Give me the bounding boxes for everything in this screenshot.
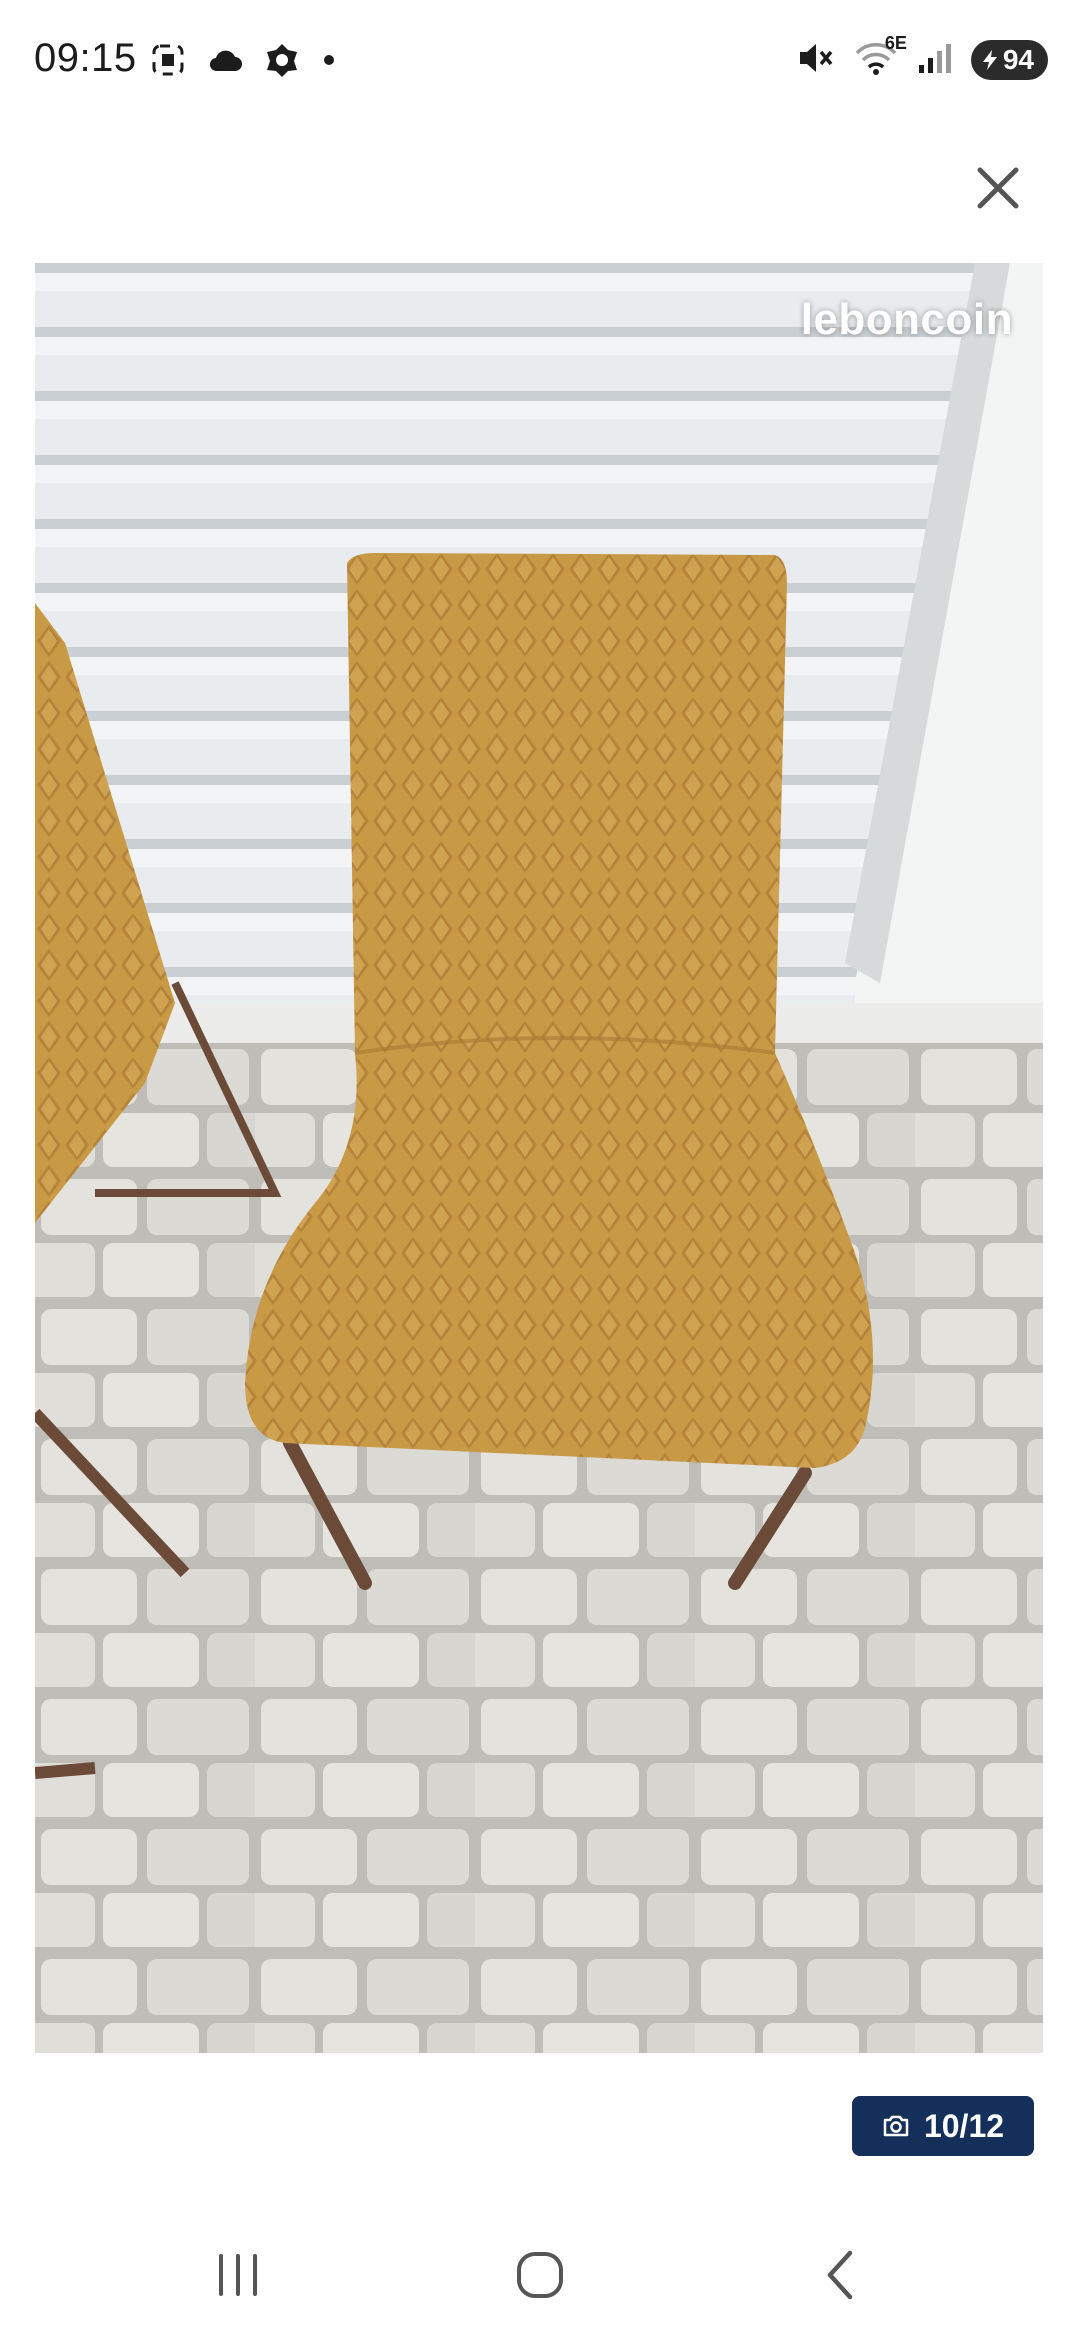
photo-counter-text: 10/12 [923,2107,1005,2144]
close-icon [977,167,1019,209]
mute-icon [797,41,835,80]
recent-apps-button[interactable] [198,2240,278,2310]
back-button[interactable] [800,2240,880,2310]
listing-photo[interactable]: leboncoin [35,263,1043,2053]
back-icon [827,2250,853,2300]
signal-icon [917,41,953,80]
network-type: 6E [884,32,907,53]
close-button[interactable] [968,158,1028,218]
chair-photo-illustration [35,263,1043,2053]
screenshot-icon [150,42,186,83]
status-icons-right: 6E 94 [797,33,1048,80]
wifi-icon: 6E [853,33,907,80]
watermark: leboncoin [800,295,1013,344]
dot-icon [322,53,336,72]
status-icons-left [150,42,336,83]
battery-icon: 94 [970,40,1048,80]
charging-bolt-icon [982,50,997,70]
battery-level: 94 [1002,44,1034,75]
cloud-icon [208,47,242,78]
recent-apps-icon [219,2254,257,2296]
camera-icon [883,2115,909,2137]
home-button[interactable] [500,2240,580,2310]
status-bar: 09:15 6E 94 [0,0,1080,120]
home-icon [517,2252,563,2298]
app-badge-icon [264,42,300,83]
status-time: 09:15 [34,36,137,80]
system-nav-bar [0,2200,1080,2340]
photo-counter: 10/12 [852,2096,1034,2156]
